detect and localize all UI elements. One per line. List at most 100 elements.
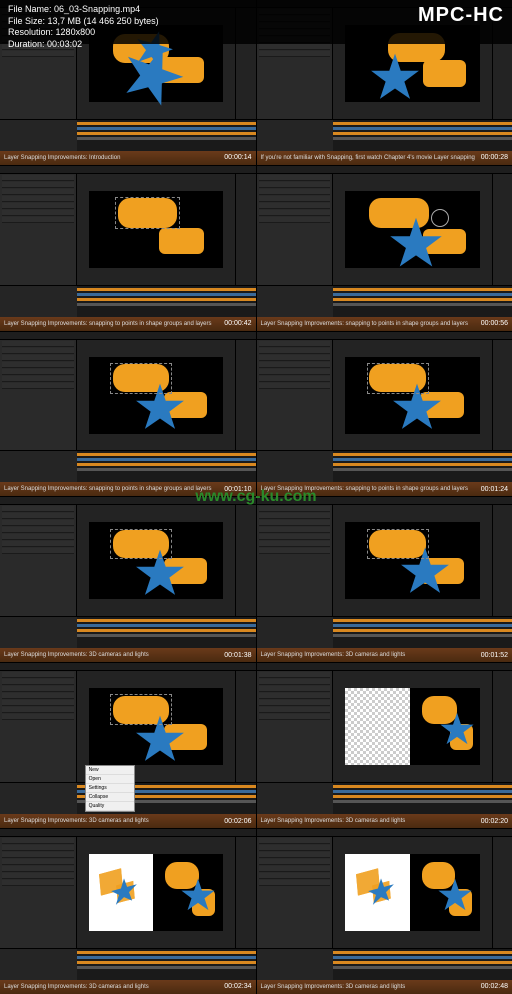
timeline-layer-bar — [77, 122, 256, 125]
thumbnail-frame[interactable]: Layer Snapping Improvements: 3D cameras … — [257, 663, 512, 828]
panel-row — [259, 859, 331, 865]
ae-timeline-panel — [0, 616, 256, 648]
ae-menubar — [0, 497, 256, 505]
tutorial-caption-bar: Layer Snapping Improvements: 3D cameras … — [257, 814, 512, 828]
timeline-layer-bar — [333, 966, 512, 969]
panel-row — [2, 686, 74, 692]
ae-menubar — [257, 166, 512, 174]
panel-row — [259, 534, 331, 540]
ae-composition-viewer — [333, 340, 491, 451]
menu-item[interactable]: Open — [86, 775, 134, 784]
panel-row — [259, 182, 331, 188]
ae-timeline-panel — [257, 285, 512, 317]
thumbnail-frame[interactable]: Layer Snapping Improvements: snapping to… — [257, 332, 512, 497]
menu-item[interactable]: Quality — [86, 802, 134, 811]
panel-row — [259, 686, 331, 692]
panel-row — [259, 714, 331, 720]
timeline-layer-bar — [333, 458, 512, 461]
caption-text: Layer Snapping Improvements: 3D cameras … — [4, 984, 149, 990]
ae-timeline-panel — [0, 948, 256, 980]
ae-menubar — [257, 829, 512, 837]
tutorial-caption-bar: Layer Snapping Improvements: 3D cameras … — [0, 648, 256, 662]
ae-tools-panel — [235, 340, 255, 451]
panel-row — [259, 51, 331, 57]
thumbnail-grid: Layer Snapping Improvements: Introductio… — [0, 0, 512, 994]
composition-canvas — [89, 688, 224, 765]
panel-row — [2, 513, 74, 519]
panel-row — [2, 866, 74, 872]
duration-label: Duration: — [8, 39, 45, 49]
panel-row — [259, 376, 331, 382]
composition-canvas — [89, 191, 224, 268]
thumbnail-frame[interactable]: Layer Snapping Improvements: 3D cameras … — [257, 497, 512, 662]
timestamp: 00:01:52 — [481, 652, 508, 659]
ae-project-panel — [257, 671, 334, 782]
thumbnail-frame[interactable]: Layer Snapping Improvements: snapping to… — [257, 166, 512, 331]
caption-text: Layer Snapping Improvements: 3D cameras … — [261, 818, 406, 824]
ae-menubar — [0, 663, 256, 671]
caption-text: Layer Snapping Improvements: 3D cameras … — [261, 652, 406, 658]
panel-row — [2, 873, 74, 879]
panel-row — [2, 693, 74, 699]
menu-item[interactable]: Collapse — [86, 793, 134, 802]
caption-text: Layer Snapping Improvements: snapping to… — [261, 486, 468, 492]
caption-text: Layer Snapping Improvements: snapping to… — [4, 486, 211, 492]
panel-row — [2, 679, 74, 685]
timeline-layer-bar — [333, 298, 512, 301]
timeline-layer-bar — [333, 790, 512, 793]
tutorial-caption-bar: Layer Snapping Improvements: snapping to… — [257, 317, 512, 331]
composition-canvas — [89, 854, 224, 931]
panel-row — [259, 679, 331, 685]
panel-row — [2, 534, 74, 540]
caption-text: If you're not familiar with Snapping, fi… — [261, 155, 475, 161]
panel-row — [2, 348, 74, 354]
thumbnail-frame[interactable]: Layer Snapping Improvements: snapping to… — [0, 332, 256, 497]
timeline-layer-bar — [333, 629, 512, 632]
thumbnail-frame[interactable]: Layer Snapping Improvements: 3D cameras … — [0, 497, 256, 662]
menu-item[interactable]: New — [86, 766, 134, 775]
ae-project-panel — [0, 340, 77, 451]
panel-row — [259, 175, 331, 181]
thumbnail-frame[interactable]: NewOpenSettingsCollapseQuality Layer Sna… — [0, 663, 256, 828]
timestamp: 00:02:06 — [224, 818, 251, 825]
panel-row — [2, 714, 74, 720]
panel-row — [259, 866, 331, 872]
timeline-layer-bar — [77, 634, 256, 637]
panel-row — [2, 838, 74, 844]
timeline-layer-bar — [77, 453, 256, 456]
panel-row — [2, 341, 74, 347]
timeline-layer-bar — [333, 951, 512, 954]
panel-row — [2, 217, 74, 223]
timestamp: 00:01:38 — [224, 652, 251, 659]
file-info-block: File Name: 06_03-Snapping.mp4 File Size:… — [8, 4, 159, 40]
ae-menubar — [0, 829, 256, 837]
timeline-layer-bar — [333, 453, 512, 456]
timeline-layer-bar — [333, 132, 512, 135]
panel-row — [259, 355, 331, 361]
ae-timeline-panel — [257, 948, 512, 980]
timeline-layer-bar — [333, 634, 512, 637]
panel-row — [2, 175, 74, 181]
duration-value: 00:03:02 — [47, 39, 82, 49]
composition-canvas — [345, 688, 480, 765]
context-menu[interactable]: NewOpenSettingsCollapseQuality — [85, 765, 135, 812]
resolution-label: Resolution: — [8, 27, 53, 37]
timeline-layer-bar — [77, 288, 256, 291]
tutorial-caption-bar: Layer Snapping Improvements: snapping to… — [0, 482, 256, 496]
ae-timeline-panel — [0, 119, 256, 151]
timeline-layer-bar — [77, 463, 256, 466]
panel-row — [259, 369, 331, 375]
composition-canvas — [89, 522, 224, 599]
ae-project-panel — [257, 340, 334, 451]
panel-row — [2, 859, 74, 865]
thumbnail-frame[interactable]: Layer Snapping Improvements: 3D cameras … — [257, 829, 512, 994]
thumbnail-frame[interactable]: Layer Snapping Improvements: 3D cameras … — [0, 829, 256, 994]
caption-text: Layer Snapping Improvements: snapping to… — [4, 321, 211, 327]
panel-row — [259, 513, 331, 519]
ae-timeline-panel — [257, 119, 512, 151]
menu-item[interactable]: Settings — [86, 784, 134, 793]
timestamp: 00:00:56 — [481, 320, 508, 327]
thumbnail-frame[interactable]: Layer Snapping Improvements: snapping to… — [0, 166, 256, 331]
tutorial-caption-bar: Layer Snapping Improvements: 3D cameras … — [257, 980, 512, 994]
caption-text: Layer Snapping Improvements: snapping to… — [261, 321, 468, 327]
